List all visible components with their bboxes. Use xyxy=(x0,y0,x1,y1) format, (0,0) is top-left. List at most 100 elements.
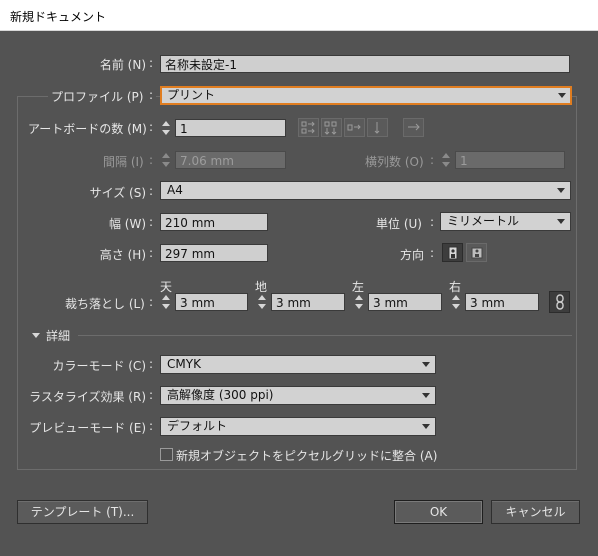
grid-by-column-icon xyxy=(324,121,337,135)
spacing-label: 間隔 (I) xyxy=(103,155,144,169)
stepper-up-icon[interactable] xyxy=(258,295,266,300)
columns-colon: : xyxy=(430,153,435,167)
profile-label: プロファイル (P) xyxy=(51,90,144,104)
bleed-label: 裁ち落とし (L) xyxy=(65,297,145,311)
artboard-count-stepper[interactable] xyxy=(160,119,173,137)
portrait-orientation-button[interactable] xyxy=(442,243,463,262)
chevron-down-icon xyxy=(558,93,566,98)
align-pixel-grid-label[interactable]: 新規オブジェクトをピクセルグリッドに整合 (A) xyxy=(176,447,437,464)
artboard-count-label: アートボードの数 (M) xyxy=(28,122,147,136)
size-value: A4 xyxy=(167,183,183,197)
bleed-right-input[interactable]: 3 mm xyxy=(465,293,539,311)
columns-stepper[interactable] xyxy=(440,151,453,169)
link-bleed-button[interactable] xyxy=(549,291,570,313)
name-label: 名前 (N) xyxy=(99,58,146,72)
bleed-top-input[interactable]: 3 mm xyxy=(175,293,248,311)
landscape-icon xyxy=(471,247,483,259)
preview-mode-colon: : xyxy=(149,419,154,433)
units-label: 単位 (U) xyxy=(376,217,422,231)
width-colon: : xyxy=(149,215,154,229)
profile-colon: : xyxy=(149,88,154,102)
stepper-up-icon[interactable] xyxy=(162,153,170,158)
bleed-right-stepper[interactable] xyxy=(450,293,463,311)
stepper-up-icon[interactable] xyxy=(162,295,170,300)
bleed-left-stepper[interactable] xyxy=(353,293,366,311)
stepper-down-icon[interactable] xyxy=(258,304,266,309)
collapse-triangle-icon[interactable] xyxy=(32,333,40,338)
arrange-by-column-icon xyxy=(374,122,380,134)
columns-input[interactable]: 1 xyxy=(455,151,565,169)
stepper-down-icon[interactable] xyxy=(162,304,170,309)
document-name-input[interactable]: 名称未設定-1 xyxy=(160,55,570,73)
color-mode-value: CMYK xyxy=(167,357,201,371)
title-bar: 新規ドキュメント xyxy=(0,0,598,31)
stepper-down-icon[interactable] xyxy=(452,304,460,309)
dialog-title: 新規ドキュメント xyxy=(10,10,107,24)
ok-button[interactable]: OK xyxy=(394,500,483,524)
stepper-up-icon[interactable] xyxy=(162,121,170,126)
grid-by-row-icon xyxy=(301,121,315,134)
stepper-up-icon[interactable] xyxy=(452,295,460,300)
size-colon: : xyxy=(149,184,154,198)
preview-mode-label: プレビューモード (E) xyxy=(29,421,146,435)
advanced-label[interactable]: 詳細 xyxy=(46,327,70,344)
spacing-stepper[interactable] xyxy=(160,151,173,169)
columns-label: 横列数 (O) xyxy=(365,155,424,169)
orientation-colon: : xyxy=(430,246,435,260)
height-input[interactable]: 297 mm xyxy=(160,244,268,262)
color-mode-dropdown[interactable]: CMYK xyxy=(160,355,436,374)
artboard-count-input[interactable]: 1 xyxy=(175,119,286,137)
arrange-by-row-icon xyxy=(347,124,361,131)
stepper-up-icon[interactable] xyxy=(355,295,363,300)
right-to-left-layout-button[interactable] xyxy=(403,118,424,137)
align-pixel-grid-checkbox[interactable] xyxy=(160,448,173,461)
color-mode-label: カラーモード (C) xyxy=(52,359,146,373)
bleed-bottom-input[interactable]: 3 mm xyxy=(271,293,345,311)
arrow-right-icon xyxy=(408,123,420,131)
size-label: サイズ (S) xyxy=(89,186,146,200)
name-colon: : xyxy=(149,56,154,70)
grid-by-row-button[interactable] xyxy=(298,118,319,137)
orientation-label: 方向 xyxy=(400,248,425,262)
raster-effects-label: ラスタライズ効果 (R) xyxy=(29,390,146,404)
width-input[interactable]: 210 mm xyxy=(160,213,268,231)
spacing-input[interactable]: 7.06 mm xyxy=(175,151,286,169)
chevron-down-icon xyxy=(557,188,565,193)
arrange-by-column-button[interactable] xyxy=(367,118,388,137)
grid-by-column-button[interactable] xyxy=(321,118,342,137)
bleed-top-stepper[interactable] xyxy=(160,293,173,311)
color-mode-colon: : xyxy=(149,357,154,371)
stepper-down-icon[interactable] xyxy=(355,304,363,309)
chevron-down-icon xyxy=(557,219,565,224)
preview-mode-value: デフォルト xyxy=(167,419,228,433)
preview-mode-dropdown[interactable]: デフォルト xyxy=(160,417,436,436)
profile-dropdown[interactable]: プリント xyxy=(160,86,572,105)
cancel-button[interactable]: キャンセル xyxy=(491,500,580,524)
height-colon: : xyxy=(149,246,154,260)
bleed-left-input[interactable]: 3 mm xyxy=(368,293,442,311)
bleed-bottom-stepper[interactable] xyxy=(256,293,269,311)
stepper-down-icon[interactable] xyxy=(162,130,170,135)
arrange-by-row-button[interactable] xyxy=(344,118,365,137)
stepper-up-icon[interactable] xyxy=(442,153,450,158)
advanced-separator xyxy=(78,335,572,336)
landscape-orientation-button[interactable] xyxy=(466,243,487,262)
raster-effects-value: 高解像度 (300 ppi) xyxy=(167,388,274,402)
portrait-icon xyxy=(448,246,458,260)
stepper-down-icon[interactable] xyxy=(442,162,450,167)
width-label: 幅 (W) xyxy=(108,217,146,231)
new-document-dialog: 新規ドキュメント 名前 (N) : 名称未設定-1 プロファイル (P) : プ… xyxy=(0,0,598,556)
artboard-count-colon: : xyxy=(149,120,154,134)
bleed-colon: : xyxy=(149,295,154,309)
chevron-down-icon xyxy=(422,424,430,429)
stepper-down-icon[interactable] xyxy=(162,162,170,167)
units-value: ミリメートル xyxy=(447,214,520,228)
raster-effects-dropdown[interactable]: 高解像度 (300 ppi) xyxy=(160,386,436,405)
units-dropdown[interactable]: ミリメートル xyxy=(440,212,571,231)
templates-button[interactable]: テンプレート (T)... xyxy=(17,500,148,524)
raster-effects-colon: : xyxy=(149,388,154,402)
chain-link-icon xyxy=(556,294,564,310)
size-dropdown[interactable]: A4 xyxy=(160,181,571,200)
profile-value: プリント xyxy=(167,88,216,102)
chevron-down-icon xyxy=(422,393,430,398)
